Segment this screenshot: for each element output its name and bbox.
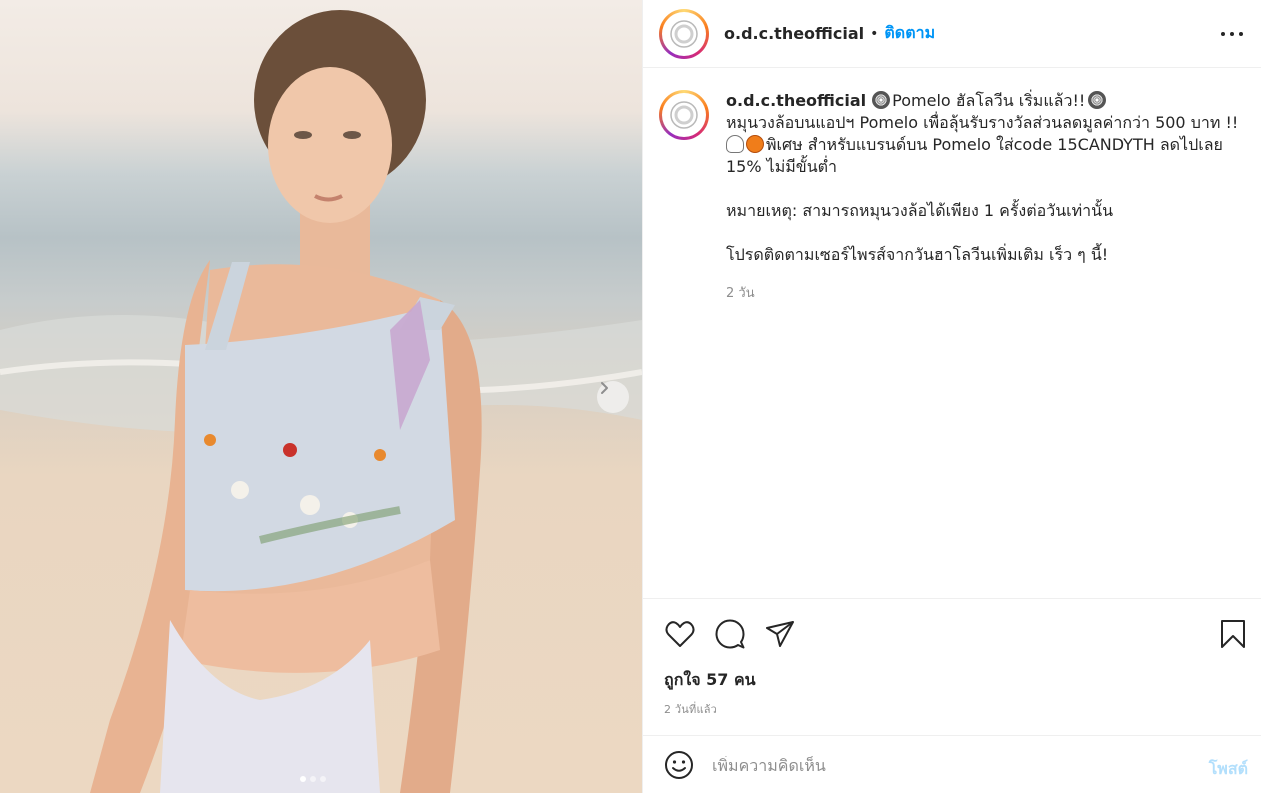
carousel-indicator bbox=[300, 776, 326, 782]
caption-timestamp[interactable]: 2 วัน bbox=[726, 283, 1246, 305]
post-photo[interactable] bbox=[0, 0, 642, 793]
brand-logo-icon bbox=[670, 101, 698, 129]
carousel-next-button[interactable] bbox=[597, 381, 629, 413]
more-options-icon[interactable] bbox=[1221, 24, 1243, 44]
comment-input[interactable] bbox=[712, 755, 1172, 775]
chevron-right-icon bbox=[601, 382, 608, 394]
caption-follow-more: โปรดติดตามเซอร์ไพรส์จากวันฮาโลวีนเพิ่มเต… bbox=[726, 245, 1109, 264]
caption-line-1: Pomelo ฮัลโลวีน เริ่มแล้ว!! bbox=[892, 91, 1086, 110]
caption-line-3: พิเศษ สำหรับแบรนด์บน Pomelo ใส่code 15CA… bbox=[766, 135, 1223, 154]
comment-form: โพสต์ bbox=[643, 737, 1261, 793]
post-sidebar: o.d.c.theofficial • ติดตาม o.d.c.theoffi… bbox=[642, 0, 1261, 793]
brand-logo-icon bbox=[670, 19, 698, 48]
separator-bullet: • bbox=[870, 25, 879, 42]
bookmark-icon bbox=[1221, 620, 1245, 648]
save-button[interactable] bbox=[1216, 617, 1250, 651]
smiley-icon bbox=[665, 751, 693, 779]
caption-line-4: 15% ไม่มีขั้นต่ำ bbox=[726, 157, 838, 176]
likes-count[interactable]: ถูกใจ 57 คน bbox=[664, 668, 756, 693]
model-photo-illustration bbox=[0, 10, 642, 793]
caption-avatar[interactable] bbox=[659, 90, 709, 140]
spider-web-icon bbox=[1088, 91, 1107, 109]
pumpkin-icon bbox=[746, 135, 764, 153]
carousel-dot bbox=[320, 776, 326, 782]
avatar[interactable] bbox=[659, 8, 709, 59]
comment-button[interactable] bbox=[713, 617, 747, 651]
ghost-icon bbox=[726, 135, 744, 153]
like-button[interactable] bbox=[663, 617, 697, 651]
heart-icon bbox=[665, 621, 695, 647]
carousel-dot bbox=[310, 776, 316, 782]
caption-username[interactable]: o.d.c.theofficial bbox=[726, 91, 866, 110]
follow-button[interactable]: ติดตาม bbox=[884, 21, 935, 46]
spider-web-icon bbox=[872, 91, 891, 109]
header-username[interactable]: o.d.c.theofficial bbox=[724, 24, 864, 43]
comment-icon bbox=[715, 619, 745, 649]
post-timestamp[interactable]: 2 วันที่แล้ว bbox=[664, 700, 717, 718]
caption-note: หมายเหตุ: สามารถหมุนวงล้อได้เพียง 1 ครั้… bbox=[726, 201, 1114, 220]
post-comment-button[interactable]: โพสต์ bbox=[1209, 757, 1248, 782]
caption-section: o.d.c.theofficial Pomelo ฮัลโลวีน เริ่มแล… bbox=[659, 90, 1249, 305]
caption-text: o.d.c.theofficial Pomelo ฮัลโลวีน เริ่มแล… bbox=[726, 90, 1246, 305]
caption-line-2: หมุนวงล้อบนแอปฯ Pomelo เพื่อลุ้นรับรางวั… bbox=[726, 113, 1239, 132]
paper-plane-icon bbox=[766, 621, 794, 647]
emoji-picker-button[interactable] bbox=[663, 749, 695, 781]
share-button[interactable] bbox=[763, 617, 797, 651]
post-header: o.d.c.theofficial • ติดตาม bbox=[643, 0, 1261, 68]
carousel-dot-active bbox=[300, 776, 306, 782]
post-actions: ถูกใจ 57 คน 2 วันที่แล้ว bbox=[643, 598, 1261, 736]
